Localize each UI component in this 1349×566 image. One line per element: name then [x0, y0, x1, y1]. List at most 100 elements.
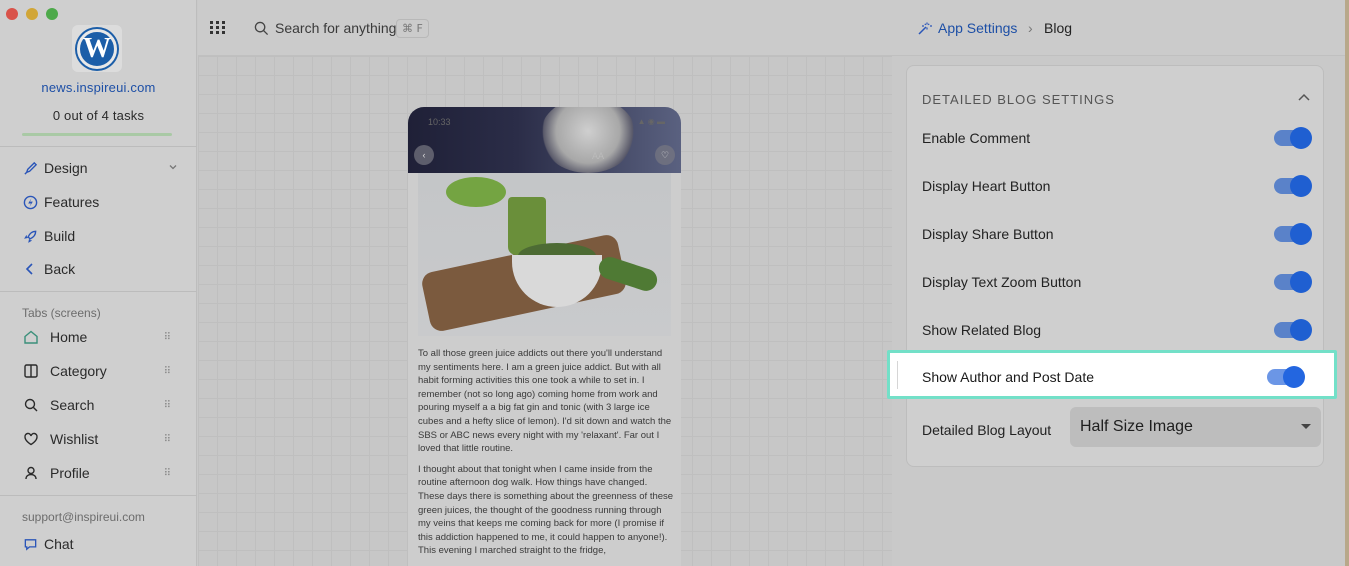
- chat-icon: [22, 536, 38, 552]
- site-url[interactable]: news.inspireui.com: [0, 80, 197, 95]
- enable-comment-toggle[interactable]: [1274, 127, 1312, 149]
- top-bar: Search for anything ⌘ F App Settings › B…: [198, 0, 1349, 56]
- sidebar: W news.inspireui.com 0 out of 4 tasks De…: [0, 0, 197, 566]
- breadcrumb-separator-icon: ›: [1028, 20, 1033, 36]
- setting-label: Show Related Blog: [922, 322, 1042, 338]
- support-email[interactable]: support@inspireui.com: [22, 510, 145, 524]
- tab-label: Home: [50, 329, 88, 345]
- tab-item-wishlist[interactable]: Wishlist ⠿: [22, 427, 174, 451]
- drag-handle-icon[interactable]: ⠿: [164, 434, 171, 445]
- detailed-blog-settings-panel: DETAILED BLOG SETTINGS Enable Comment Di…: [906, 65, 1324, 467]
- nav-label: Build: [44, 228, 76, 244]
- show-related-blog-toggle[interactable]: [1274, 319, 1312, 341]
- caret-down-icon: [1301, 424, 1311, 429]
- status-bar-icons: ▲ ◉ ▬: [637, 117, 665, 126]
- nav-label: Features: [44, 194, 100, 210]
- search-input[interactable]: Search for anything: [275, 20, 396, 36]
- chevron-left-icon: [22, 261, 38, 277]
- setting-display-heart-button: Display Heart Button: [922, 174, 1314, 198]
- tab-item-home[interactable]: Home ⠿: [22, 325, 174, 349]
- tabs-section-label: Tabs (screens): [22, 306, 101, 320]
- display-text-zoom-button-toggle[interactable]: [1274, 271, 1312, 293]
- bolt-icon: [22, 194, 38, 210]
- heart-icon[interactable]: ♡: [655, 145, 675, 165]
- row-edge-divider: [897, 361, 898, 389]
- display-share-button-toggle[interactable]: [1274, 223, 1312, 245]
- setting-enable-comment: Enable Comment: [922, 126, 1314, 150]
- breadcrumb-app-settings[interactable]: App Settings: [938, 20, 1017, 36]
- sidebar-divider: [0, 146, 197, 147]
- tab-label: Profile: [50, 465, 90, 481]
- sidebar-divider: [0, 291, 197, 292]
- drag-handle-icon[interactable]: ⠿: [164, 366, 171, 377]
- tab-label: Wishlist: [50, 431, 99, 447]
- chevron-up-icon[interactable]: [1297, 90, 1311, 108]
- apps-grid-icon[interactable]: [210, 21, 226, 40]
- home-icon: [22, 328, 40, 346]
- chat-button[interactable]: Chat: [22, 532, 182, 556]
- close-window-button[interactable]: [6, 8, 18, 20]
- tab-item-category[interactable]: Category ⠿: [22, 359, 174, 383]
- user-icon: [22, 464, 40, 482]
- settings-area: DETAILED BLOG SETTINGS Enable Comment Di…: [892, 56, 1349, 566]
- nav-item-features[interactable]: Features: [22, 190, 182, 214]
- panel-title: DETAILED BLOG SETTINGS: [922, 92, 1115, 107]
- drag-handle-icon[interactable]: ⠿: [164, 332, 171, 343]
- category-icon: [22, 362, 40, 380]
- setting-display-share-button: Display Share Button: [922, 222, 1314, 246]
- show-author-and-post-date-toggle[interactable]: [1267, 366, 1305, 388]
- setting-label: Show Author and Post Date: [922, 369, 1094, 385]
- nav-item-back[interactable]: Back: [22, 257, 182, 281]
- rocket-icon: [22, 228, 38, 244]
- status-bar-time: 10:33: [428, 117, 451, 127]
- blog-header-image: 10:33 ▲ ◉ ▬ ‹ AA ♡: [408, 107, 681, 173]
- window-edge: [1345, 0, 1349, 566]
- tasks-progress-bar: [22, 133, 172, 136]
- nav-item-design[interactable]: Design: [22, 156, 182, 180]
- header-photo: [540, 107, 636, 173]
- window-controls: [6, 8, 58, 20]
- tab-item-search[interactable]: Search ⠿: [22, 393, 174, 417]
- detailed-blog-layout-label: Detailed Blog Layout: [922, 422, 1052, 438]
- back-icon[interactable]: ‹: [414, 145, 434, 165]
- text-zoom-label[interactable]: AA: [592, 151, 604, 161]
- tab-item-profile[interactable]: Profile ⠿: [22, 461, 174, 485]
- nav-label: Design: [44, 160, 88, 176]
- minimize-window-button[interactable]: [26, 8, 38, 20]
- wordpress-icon: W: [77, 28, 117, 69]
- breadcrumb-current: Blog: [1044, 20, 1073, 36]
- setting-label: Enable Comment: [922, 130, 1031, 146]
- maximize-window-button[interactable]: [46, 8, 58, 20]
- search-icon[interactable]: [254, 21, 269, 41]
- select-value: Half Size Image: [1080, 418, 1193, 435]
- blog-paragraph: To all those green juice addicts out the…: [418, 348, 672, 455]
- tasks-progress-label[interactable]: 0 out of 4 tasks: [0, 108, 197, 123]
- search-shortcut-badge: ⌘ F: [396, 19, 429, 38]
- chat-label: Chat: [44, 536, 74, 552]
- setting-label: Display Share Button: [922, 226, 1054, 242]
- drag-handle-icon[interactable]: ⠿: [164, 468, 171, 479]
- highlighted-setting-row: Show Author and Post Date: [922, 365, 1328, 389]
- detailed-blog-layout-select[interactable]: Half Size Image: [1070, 407, 1321, 447]
- tab-label: Category: [50, 363, 107, 379]
- blog-feature-image: [418, 173, 671, 336]
- setting-label: Display Heart Button: [922, 178, 1051, 194]
- setting-show-related-blog: Show Related Blog: [922, 318, 1314, 342]
- display-heart-button-toggle[interactable]: [1274, 175, 1312, 197]
- setting-show-author-and-post-date: Show Author and Post Date: [887, 350, 1337, 399]
- preview-canvas: 10:33 ▲ ◉ ▬ ‹ AA ♡ To all those green ju…: [198, 56, 892, 566]
- nav-label: Back: [44, 261, 76, 277]
- chevron-down-icon: [168, 162, 178, 175]
- celery-shape: [446, 177, 506, 207]
- nav-item-build[interactable]: Build: [22, 224, 182, 248]
- drag-handle-icon[interactable]: ⠿: [164, 400, 171, 411]
- tab-label: Search: [50, 397, 95, 413]
- setting-label: Display Text Zoom Button: [922, 274, 1082, 290]
- site-logo[interactable]: W: [72, 25, 122, 72]
- brush-icon: [22, 160, 38, 176]
- sidebar-divider: [0, 495, 197, 496]
- magic-wand-icon: [916, 21, 932, 42]
- blog-body: To all those green juice addicts out the…: [418, 347, 674, 565]
- phone-preview: 10:33 ▲ ◉ ▬ ‹ AA ♡ To all those green ju…: [408, 107, 681, 566]
- heart-icon: [22, 430, 40, 448]
